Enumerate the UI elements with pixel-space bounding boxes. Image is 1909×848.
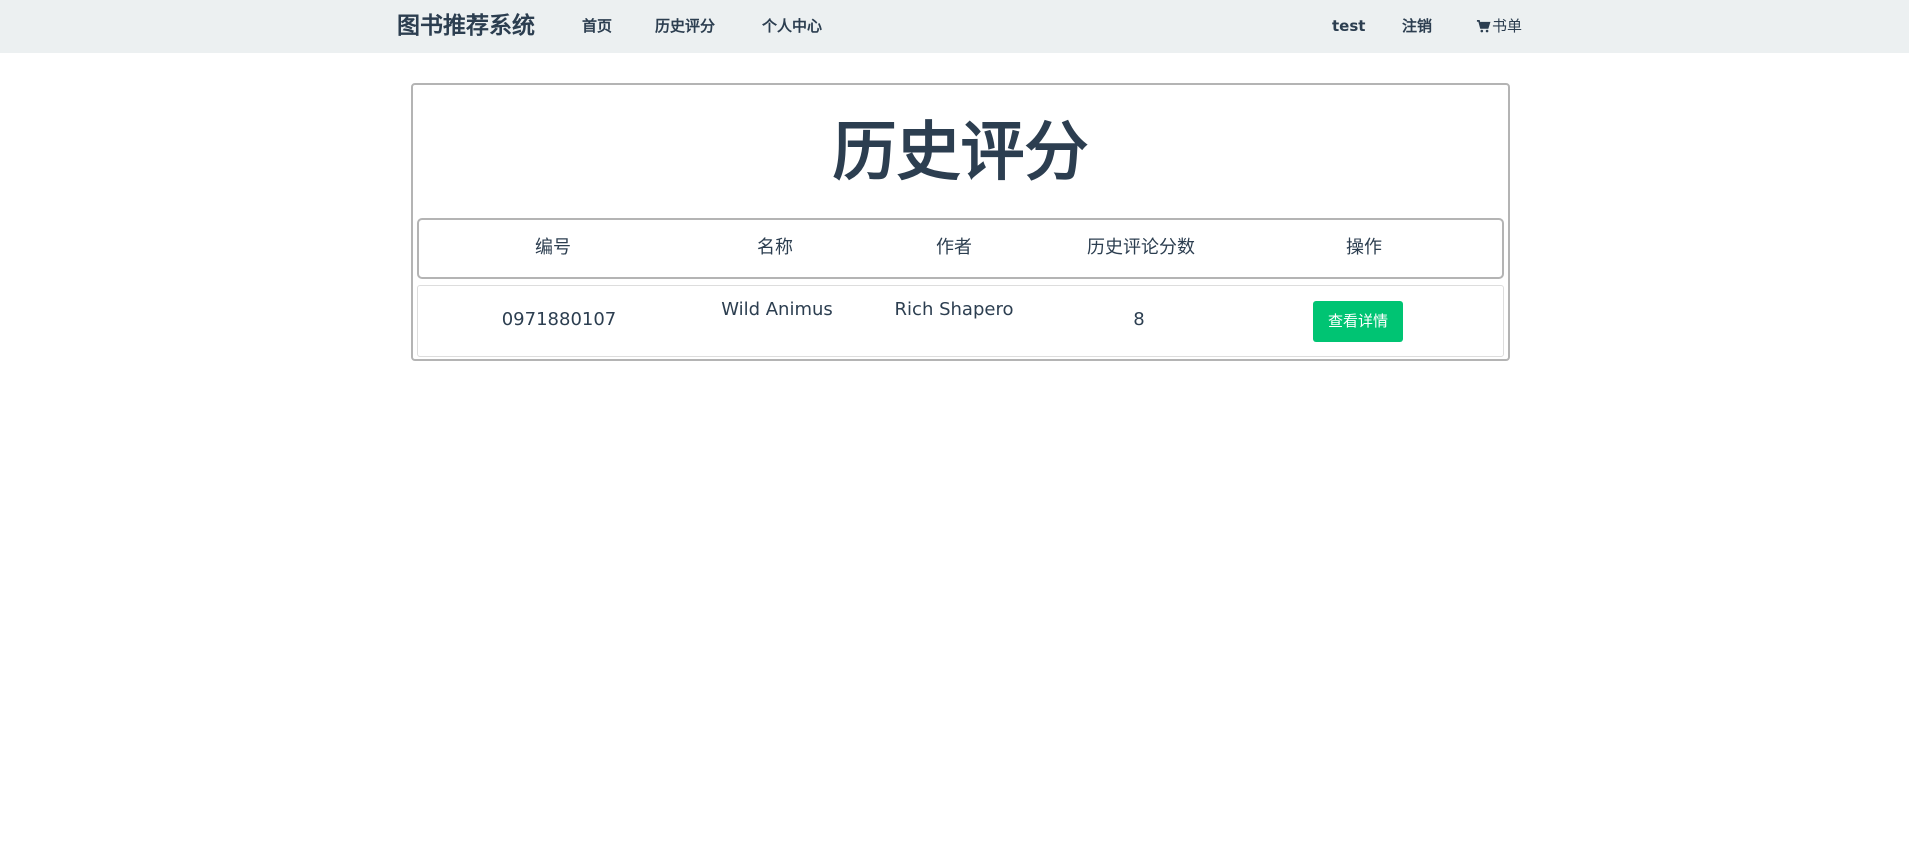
nav-history-link[interactable]: 历史评分 <box>655 16 715 36</box>
navbar: 图书推荐系统 首页 历史评分 个人中心 test 注销 书单 <box>0 0 1909 53</box>
column-header-name: 名称 <box>757 237 793 258</box>
table-row: 0971880107 Wild Animus Rich Shapero 8 查看… <box>417 285 1504 357</box>
column-header-action: 操作 <box>1346 237 1382 258</box>
cart-label: 书单 <box>1492 17 1523 35</box>
nav-profile-link[interactable]: 个人中心 <box>762 16 822 36</box>
row-book-id: 0971880107 <box>501 309 617 330</box>
nav-home-link[interactable]: 首页 <box>582 16 612 36</box>
column-header-author: 作者 <box>936 237 972 258</box>
cart-icon <box>1476 19 1491 32</box>
table-header: 编号 名称 作者 历史评论分数 操作 <box>417 218 1504 279</box>
brand-logo[interactable]: 图书推荐系统 <box>397 10 535 42</box>
row-book-name: Wild Animus <box>721 299 833 320</box>
page-title: 历史评分 <box>832 116 1089 190</box>
column-header-id: 编号 <box>535 237 571 258</box>
row-book-author: Rich Shapero <box>894 299 1014 320</box>
history-card: 历史评分 编号 名称 作者 历史评论分数 操作 0971880107 Wild … <box>411 83 1510 361</box>
nav-logout-link[interactable]: 注销 <box>1402 16 1432 36</box>
row-book-score: 8 <box>1133 309 1145 330</box>
nav-user-link[interactable]: test <box>1332 16 1365 36</box>
column-header-score: 历史评论分数 <box>1087 237 1195 258</box>
view-details-button[interactable]: 查看详情 <box>1313 301 1403 342</box>
nav-cart-link[interactable]: 书单 <box>1476 16 1522 36</box>
